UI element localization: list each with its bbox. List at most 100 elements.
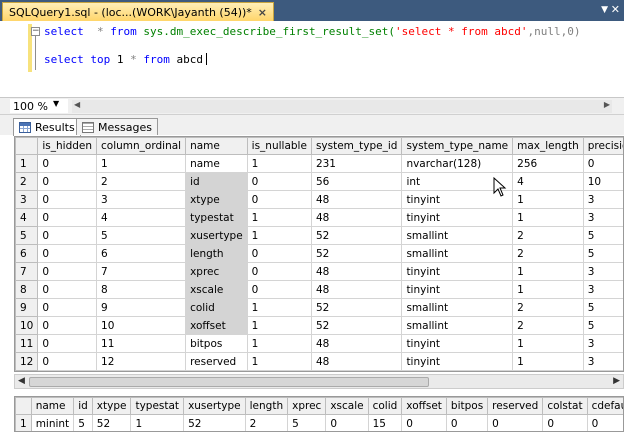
column-header[interactable]: name	[30, 397, 75, 415]
grid-cell[interactable]: 2	[512, 316, 584, 335]
grid-cell[interactable]: 52	[91, 414, 132, 431]
row-number[interactable]: 11	[15, 334, 39, 353]
row-number[interactable]: 8	[15, 280, 39, 299]
scroll-right-icon[interactable]: ▶	[604, 100, 610, 109]
column-header[interactable]: cdefault	[586, 397, 623, 415]
row-number[interactable]: 13	[15, 370, 39, 371]
grid-cell[interactable]: tinyint	[401, 352, 514, 371]
scroll-left-icon[interactable]: ◀	[74, 100, 80, 109]
scrollbar-thumb[interactable]	[29, 377, 429, 387]
grid-cell[interactable]: 0	[37, 226, 98, 245]
grid-cell[interactable]: 1	[246, 208, 312, 227]
scroll-right-icon[interactable]: ▶	[613, 376, 620, 386]
grid-cell[interactable]: xusertype	[185, 226, 248, 245]
grid-cell[interactable]: 15	[367, 414, 403, 431]
grid-cell[interactable]: 1	[246, 226, 312, 245]
grid-cell[interactable]: xprec	[185, 262, 248, 281]
grid-cell[interactable]: 0	[37, 280, 98, 299]
grid-cell[interactable]: colstat	[185, 370, 248, 371]
row-header-corner[interactable]	[15, 397, 32, 415]
column-header[interactable]: name	[185, 137, 248, 155]
grid-cell[interactable]: minint	[30, 414, 75, 431]
grid-cell[interactable]: 2	[512, 370, 584, 371]
grid-cell[interactable]: tinyint	[401, 208, 514, 227]
grid-cell[interactable]: 1	[96, 154, 187, 173]
grid-cell[interactable]: 5	[96, 226, 187, 245]
column-header[interactable]: is_nullable	[246, 137, 312, 155]
grid-cell[interactable]: 2	[244, 414, 289, 431]
grid-cell[interactable]: 0	[37, 316, 98, 335]
grid-cell[interactable]: 1	[512, 262, 584, 281]
grid-cell[interactable]: 7	[96, 262, 187, 281]
grid-cell[interactable]: 1	[130, 414, 185, 431]
grid-cell[interactable]: 52	[310, 226, 403, 245]
grid-cell[interactable]: 56	[310, 172, 403, 191]
grid-cell[interactable]: 3	[582, 190, 623, 209]
grid-cell[interactable]: 0	[37, 370, 98, 371]
grid-cell[interactable]: 0	[582, 154, 623, 173]
grid-cell[interactable]: 12	[96, 352, 187, 371]
grid-cell[interactable]: tinyint	[401, 280, 514, 299]
grid-cell[interactable]: 11	[96, 334, 187, 353]
grid-cell[interactable]: 0	[37, 298, 98, 317]
table-row[interactable]: 808xscale048tinyint130	[15, 280, 623, 299]
column-header[interactable]: xusertype	[183, 397, 246, 415]
grid-cell[interactable]: 1	[246, 334, 312, 353]
grid-cell[interactable]: 52	[310, 298, 403, 317]
column-header[interactable]: xtype	[91, 397, 132, 415]
grid-cell[interactable]: xtype	[185, 190, 248, 209]
chevron-down-icon[interactable]: ▼	[53, 99, 59, 108]
row-header-corner[interactable]	[15, 137, 39, 155]
table-row[interactable]: 101name1231nvarchar(128)25600	[15, 154, 623, 173]
grid-cell[interactable]: 1	[246, 352, 312, 371]
row-number[interactable]: 9	[15, 298, 39, 317]
grid-cell[interactable]: colid	[185, 298, 248, 317]
column-header[interactable]: system_type_name	[401, 137, 514, 155]
grid-cell[interactable]: 3	[582, 262, 623, 281]
column-header[interactable]: precision	[582, 137, 623, 155]
grid-cell[interactable]: 0	[246, 280, 312, 299]
grid-cell[interactable]: 4	[512, 172, 584, 191]
grid-cell[interactable]: 0	[37, 208, 98, 227]
grid-cell[interactable]: 0	[37, 154, 98, 173]
grid-cell[interactable]: 3	[582, 334, 623, 353]
grid-cell[interactable]: 231	[310, 154, 403, 173]
grid-cell[interactable]: 2	[512, 226, 584, 245]
grid-cell[interactable]: 9	[96, 298, 187, 317]
grid-cell[interactable]: name	[185, 154, 248, 173]
results-grid-1[interactable]: is_hidden column_ordinal name is_nullable sy…	[14, 136, 624, 372]
grid-cell[interactable]: smallint	[401, 298, 514, 317]
grid-cell[interactable]: 48	[310, 334, 403, 353]
row-number[interactable]: 6	[15, 244, 39, 263]
grid-cell[interactable]: 52	[310, 370, 403, 371]
row-number[interactable]: 1	[15, 414, 32, 431]
grid-cell[interactable]: 0	[37, 262, 98, 281]
tab-messages[interactable]: Messages	[76, 118, 158, 135]
close-icon[interactable]: ×	[258, 6, 267, 19]
results-grid-2[interactable]: name id xtype typestat xusertype length xprec x…	[14, 396, 624, 432]
grid-cell[interactable]: 1	[246, 298, 312, 317]
grid-cell[interactable]: 0	[325, 414, 369, 431]
column-header[interactable]: xscale	[325, 397, 369, 415]
grid-cell[interactable]: 0	[246, 172, 312, 191]
table-row[interactable]: 1minint55215225015000000	[15, 414, 623, 431]
grid-cell[interactable]: smallint	[401, 226, 514, 245]
scroll-left-icon[interactable]: ◀	[18, 376, 25, 386]
chevron-down-icon[interactable]: ▼	[601, 5, 608, 15]
grid-horizontal-scrollbar[interactable]: ◀ ▶	[14, 374, 624, 389]
grid-cell[interactable]: 5	[582, 370, 623, 371]
row-number[interactable]: 1	[15, 154, 39, 173]
grid-cell[interactable]: 1	[512, 208, 584, 227]
grid-cell[interactable]: 5	[582, 226, 623, 245]
grid-cell[interactable]: 48	[310, 190, 403, 209]
grid-cell[interactable]: 48	[310, 208, 403, 227]
query-editor[interactable]: − select * from sys.dm_exec_describe_fir…	[0, 21, 624, 97]
grid-cell[interactable]: 0	[246, 262, 312, 281]
grid-cell[interactable]: 3	[582, 280, 623, 299]
grid-cell[interactable]: 1	[512, 352, 584, 371]
grid-cell[interactable]: 13	[96, 370, 187, 371]
grid-cell[interactable]: length	[185, 244, 248, 263]
grid-cell[interactable]: 2	[512, 298, 584, 317]
editor-horizontal-scrollbar[interactable]: ◀ ▶	[72, 100, 612, 113]
table-row[interactable]: 909colid152smallint250	[15, 298, 623, 317]
